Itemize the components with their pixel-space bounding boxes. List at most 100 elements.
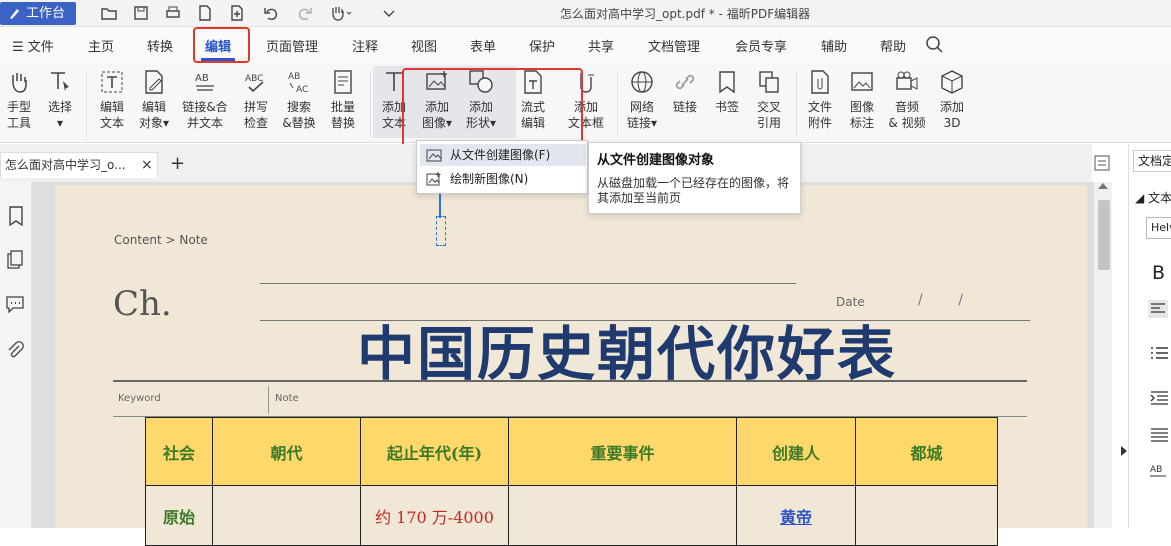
bookmark-icon (719, 71, 735, 94)
table-header-cell: 都城 (855, 417, 998, 486)
tool-edit-text[interactable]: 编辑 文本 (94, 69, 130, 131)
text-section-header[interactable]: ◢ 文本 (1135, 189, 1171, 206)
format-panel-tab[interactable]: 文档定 (1133, 150, 1171, 172)
page-heading: 中国历史朝代你好表 (357, 320, 898, 388)
tool-web-link[interactable]: 网络 链接▾ (622, 69, 662, 131)
comment-panel-icon[interactable] (5, 295, 25, 313)
menu-doc-manage[interactable]: 文档管理 (648, 36, 700, 55)
close-tab-icon[interactable]: × (141, 153, 153, 177)
undo-icon[interactable] (262, 4, 280, 22)
hand-icon[interactable] (328, 4, 352, 22)
tool-image-mark-label: 图像 标注 (849, 100, 874, 130)
tool-add-3d[interactable]: 添加 3D (934, 69, 970, 131)
bold-button[interactable]: B (1152, 262, 1165, 284)
menu-page-manage[interactable]: 页面管理 (266, 36, 318, 55)
table-header-cell: 重要事件 (508, 417, 737, 486)
collapse-panel-arrow-icon[interactable] (1121, 446, 1127, 456)
ribbon-separator (796, 71, 797, 137)
menu-home[interactable]: 主页 (88, 36, 114, 55)
menu-item-from-file[interactable]: 从文件创建图像(F) (420, 144, 586, 166)
menu-member[interactable]: 会员专享 (735, 36, 787, 55)
ribbon-separator (617, 71, 618, 137)
menu-annotate[interactable]: 注释 (352, 36, 378, 55)
align-left-icon[interactable] (1148, 300, 1168, 318)
tool-hand-label: 手型 工具 (6, 100, 31, 130)
print-icon[interactable] (164, 4, 182, 22)
indent-icon[interactable] (1150, 390, 1168, 406)
image-file-icon (426, 149, 442, 162)
table-cell (508, 485, 737, 546)
cube-3d-icon (941, 70, 963, 94)
pages-panel-icon[interactable] (6, 250, 24, 270)
menu-share[interactable]: 共享 (588, 36, 614, 55)
add-icon[interactable] (228, 4, 246, 22)
menu-view[interactable]: 视图 (411, 36, 437, 55)
tool-edit-object-label: 编辑 对象▾ (138, 100, 170, 130)
menu-protect[interactable]: 保护 (529, 36, 555, 55)
search-icon[interactable] (925, 35, 943, 53)
svg-text:ABC: ABC (245, 74, 263, 84)
page-rule (268, 386, 269, 414)
bullet-list-icon[interactable] (1150, 345, 1168, 361)
table-cell-link[interactable]: 黄帝 (736, 485, 856, 546)
image-placement-handle[interactable] (436, 216, 446, 246)
tool-select[interactable]: 选择 ▾ (42, 69, 78, 131)
page-rule (113, 380, 1027, 382)
tool-bookmark-label: 书签 (714, 100, 739, 114)
save-icon[interactable] (132, 4, 150, 22)
image-annotation-icon (851, 72, 873, 91)
document-tab-label: 怎么面对高中学习_o... (5, 158, 126, 172)
tool-link-merge-label: 链接&合 并文本 (182, 100, 228, 130)
edit-object-icon (145, 70, 163, 94)
scroll-up-arrow-icon[interactable] (1098, 183, 1108, 189)
tool-hand[interactable]: 手型 工具 (0, 69, 38, 131)
tool-file-attach[interactable]: 文件 附件 (802, 69, 838, 131)
link-merge-text-icon: AB (195, 73, 214, 91)
tool-image-mark[interactable]: 图像 标注 (844, 69, 880, 131)
cross-reference-icon (759, 71, 779, 93)
tool-edit-object[interactable]: 编辑 对象▾ (134, 69, 174, 131)
menu-file[interactable]: ☰ 文件 (12, 36, 54, 55)
character-spacing-icon[interactable]: AB (1148, 462, 1168, 480)
workbench-button[interactable]: 工作台 (0, 2, 76, 25)
menu-bar (0, 27, 1171, 63)
redo-icon[interactable] (296, 4, 314, 22)
new-tab-button[interactable]: + (170, 153, 185, 174)
menu-help[interactable]: 帮助 (880, 36, 906, 55)
more-icon[interactable] (380, 4, 398, 22)
add-image-dropdown: 从文件创建图像(F) 绘制新图像(N) (416, 140, 588, 194)
tool-batch-replace[interactable]: 批量 替换 (324, 69, 362, 131)
tool-link[interactable]: 链接 (668, 69, 702, 115)
line-spacing-icon[interactable] (1150, 427, 1168, 443)
attachment-panel-icon[interactable] (6, 340, 24, 360)
open-folder-icon[interactable] (100, 4, 118, 22)
workbench-icon (10, 9, 19, 19)
tool-spell[interactable]: ABC 拼写 检查 (238, 69, 274, 131)
new-doc-icon[interactable] (196, 4, 214, 22)
tool-search-replace[interactable]: AB AC 搜索 &替换 (280, 69, 318, 131)
panel-toggle-icon[interactable] (1094, 155, 1110, 171)
scrollbar-thumb[interactable] (1098, 200, 1110, 270)
table-header-row: 社会 朝代 起止年代(年) 重要事件 创建人 都城 (145, 417, 998, 486)
bookmark-panel-icon[interactable] (7, 206, 25, 226)
menu-item-draw-new[interactable]: 绘制新图像(N) (420, 168, 586, 190)
menu-convert[interactable]: 转换 (147, 36, 173, 55)
edit-text-icon (101, 71, 123, 93)
table-header-cell: 朝代 (212, 417, 361, 486)
tool-cross-ref[interactable]: 交叉 引用 (752, 69, 786, 131)
font-family-select[interactable]: Helv (1146, 217, 1171, 239)
tool-bookmark[interactable]: 书签 (710, 69, 744, 115)
svg-text:AC: AC (296, 85, 308, 95)
tool-file-attach-label: 文件 附件 (807, 100, 832, 130)
tool-audio-video[interactable]: 音频 & 视频 (886, 69, 928, 131)
tool-link-merge[interactable]: AB 链接&合 并文本 (178, 69, 232, 131)
table-header-cell: 起止年代(年) (360, 417, 509, 486)
note-label: Note (275, 393, 299, 404)
menu-item-from-file-label: 从文件创建图像(F) (450, 148, 551, 162)
spell-check-icon: ABC (245, 74, 264, 93)
text-section-label: 文本 (1148, 191, 1171, 205)
document-tab[interactable]: 怎么面对高中学习_o... × (0, 152, 158, 178)
tool-cross-ref-label: 交叉 引用 (756, 100, 781, 130)
menu-assist[interactable]: 辅助 (821, 36, 847, 55)
menu-form[interactable]: 表单 (470, 36, 496, 55)
